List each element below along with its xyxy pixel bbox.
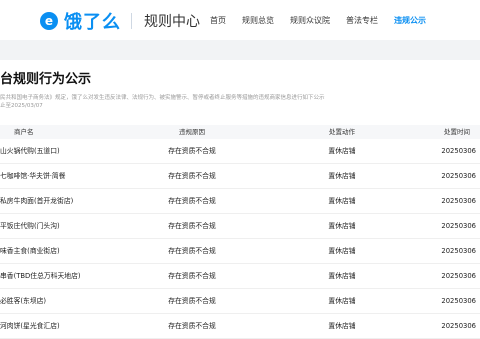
disposal-action: 置休店铺 [328, 197, 356, 205]
violation-reason: 存在资质不合规 [168, 197, 216, 205]
page-title: 台规则行为公示 [0, 72, 92, 87]
nav-violation-notice[interactable]: 违规公示 [394, 15, 426, 26]
violation-reason: 存在资质不合规 [168, 297, 216, 305]
table-row: 山火锅代购(五道口) 存在资质不合规 置休店铺 20250306 [0, 139, 480, 164]
disposal-time: 20250306 [441, 172, 476, 180]
header-merchant: 商户名 [14, 128, 34, 136]
logo[interactable]: e 饿了么 规则中心 [40, 8, 200, 34]
merchant-name: 平饭庄代购(门头沟) [0, 222, 60, 230]
nav-home[interactable]: 首页 [210, 15, 226, 26]
disposal-time: 20250306 [441, 197, 476, 205]
disposal-action: 置休店铺 [328, 172, 356, 180]
merchant-name: 七咖啡馆·华夫饼·简餐 [0, 172, 66, 180]
violation-reason: 存在资质不合规 [168, 172, 216, 180]
main-nav: 首页 规则总览 规则众议院 普法专栏 违规公示 [210, 0, 426, 40]
top-bar: e 饿了么 规则中心 首页 规则总览 规则众议院 普法专栏 违规公示 [0, 0, 480, 41]
merchant-name: 私房牛肉面(首开龙街店) [0, 197, 74, 205]
merchant-name: 河肉饼(星光食汇店) [0, 322, 60, 330]
main-content: 台规则行为公示 民共和国电子商务法》规定，饿了么对发生违反法律、法规行为、被实施… [0, 60, 480, 339]
description-line-1: 民共和国电子商务法》规定，饿了么对发生违反法律、法规行为、被实施警示、暂停或者终… [0, 95, 325, 101]
violation-reason: 存在资质不合规 [168, 272, 216, 280]
table-header: 商户名 违规原因 处置动作 处置时间 [0, 125, 480, 139]
table-row: 河肉饼(星光食汇店) 存在资质不合规 置休店铺 20250306 [0, 314, 480, 339]
table-row: 七咖啡馆·华夫饼·简餐 存在资质不合规 置休店铺 20250306 [0, 164, 480, 189]
disposal-time: 20250306 [441, 272, 476, 280]
disposal-time: 20250306 [441, 322, 476, 330]
disposal-time: 20250306 [441, 222, 476, 230]
disposal-action: 置休店铺 [328, 272, 356, 280]
eleme-logo-icon: e [40, 12, 58, 30]
disposal-action: 置休店铺 [328, 322, 356, 330]
disposal-action: 置休店铺 [328, 222, 356, 230]
merchant-name: 山火锅代购(五道口) [0, 147, 60, 155]
table-row: 私房牛肉面(首开龙街店) 存在资质不合规 置休店铺 20250306 [0, 189, 480, 214]
nav-rules-overview[interactable]: 规则总览 [242, 15, 274, 26]
logo-divider [131, 13, 132, 29]
merchant-name: 串香(TBD住总万科天地店) [0, 272, 81, 280]
disposal-action: 置休店铺 [328, 147, 356, 155]
table-body: 山火锅代购(五道口) 存在资质不合规 置休店铺 20250306 七咖啡馆·华夫… [0, 139, 480, 339]
header-gray-band [0, 40, 480, 60]
header-action: 处置动作 [329, 128, 355, 136]
disposal-action: 置休店铺 [328, 297, 356, 305]
table-row: 必胜客(东坝店) 存在资质不合规 置休店铺 20250306 [0, 289, 480, 314]
disposal-time: 20250306 [441, 247, 476, 255]
table-row: 平饭庄代购(门头沟) 存在资质不合规 置休店铺 20250306 [0, 214, 480, 239]
violation-reason: 存在资质不合规 [168, 222, 216, 230]
header-time: 处置时间 [444, 128, 470, 136]
violation-reason: 存在资质不合规 [168, 147, 216, 155]
page-description: 民共和国电子商务法》规定，饿了么对发生违反法律、法规行为、被实施警示、暂停或者终… [0, 94, 360, 110]
table-row: 味香主食(商业街店) 存在资质不合规 置休店铺 20250306 [0, 239, 480, 264]
nav-rules-council[interactable]: 规则众议院 [290, 15, 330, 26]
table-row: 串香(TBD住总万科天地店) 存在资质不合规 置休店铺 20250306 [0, 264, 480, 289]
disposal-time: 20250306 [441, 147, 476, 155]
nav-law-column[interactable]: 普法专栏 [346, 15, 378, 26]
violation-table: 商户名 违规原因 处置动作 处置时间 山火锅代购(五道口) 存在资质不合规 置休… [0, 125, 480, 339]
merchant-name: 味香主食(商业街店) [0, 247, 60, 255]
header-reason: 违规原因 [179, 128, 205, 136]
violation-reason: 存在资质不合规 [168, 322, 216, 330]
description-line-2: 止至2025/03/07 [0, 103, 43, 109]
disposal-time: 20250306 [441, 297, 476, 305]
merchant-name: 必胜客(东坝店) [0, 297, 47, 305]
logo-subtitle: 规则中心 [144, 14, 200, 30]
disposal-action: 置休店铺 [328, 247, 356, 255]
logo-text: 饿了么 [64, 12, 121, 33]
violation-reason: 存在资质不合规 [168, 247, 216, 255]
